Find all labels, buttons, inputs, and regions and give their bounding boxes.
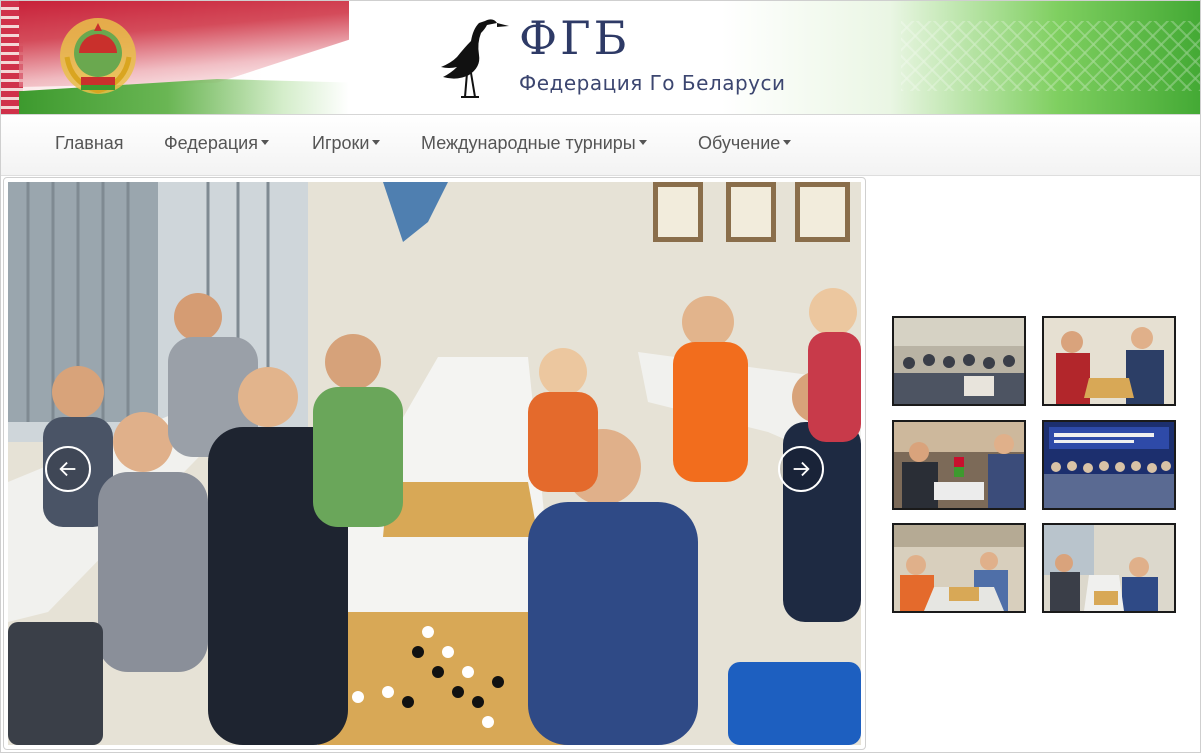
stork-logo-icon [441, 19, 509, 98]
photo-tournament-hall-icon [894, 318, 1024, 404]
nav-item-federation[interactable]: Федерация [164, 133, 269, 154]
main-navbar: Главная Федерация Игроки Международные т… [1, 114, 1200, 176]
nav-item-home[interactable]: Главная [55, 133, 124, 154]
caret-down-icon [638, 139, 647, 145]
nav-item-education[interactable]: Обучение [698, 133, 792, 154]
photo-two-players-icon [1044, 318, 1174, 404]
caret-down-icon [372, 139, 381, 145]
thumbnail-3[interactable] [892, 420, 1026, 510]
carousel-next-button[interactable] [778, 446, 824, 492]
arrow-left-icon [59, 461, 76, 477]
nav-item-international-tournaments[interactable]: Международные турниры [421, 133, 647, 154]
photo-children-class-icon [894, 525, 1024, 611]
carousel-slide[interactable] [8, 182, 861, 745]
slide-photo-icon [8, 182, 861, 745]
header-banner: ФГБ Федерация Го Беларуси [1, 1, 1200, 114]
caret-down-icon [260, 139, 269, 145]
caret-down-icon [783, 139, 792, 145]
nav-item-label: Обучение [698, 133, 781, 153]
belarus-emblem-icon [60, 18, 136, 94]
page: ФГБ Федерация Го Беларуси Главная Федера… [0, 0, 1201, 753]
thumbnail-5[interactable] [892, 523, 1026, 613]
nav-item-players[interactable]: Игроки [312, 133, 381, 154]
nav-item-label: Игроки [312, 133, 370, 153]
nav-item-label: Международные турниры [421, 133, 636, 153]
thumbnail-2[interactable] [1042, 316, 1176, 406]
carousel-prev-button[interactable] [45, 446, 91, 492]
thumbnail-1[interactable] [892, 316, 1026, 406]
photo-group-banner-icon [1044, 422, 1174, 508]
photo-carousel [3, 177, 866, 750]
logo-title: ФГБ [519, 11, 631, 65]
logo-subtitle: Федерация Го Беларуси [519, 71, 786, 95]
nav-item-label: Главная [55, 133, 124, 153]
photo-children-tournament-icon [1044, 525, 1174, 611]
ornament-pattern [901, 21, 1200, 91]
arrow-right-icon [793, 461, 810, 477]
photo-players-at-table-icon [894, 422, 1024, 508]
thumbnail-6[interactable] [1042, 523, 1176, 613]
thumbnail-4[interactable] [1042, 420, 1176, 510]
nav-item-label: Федерация [164, 133, 258, 153]
